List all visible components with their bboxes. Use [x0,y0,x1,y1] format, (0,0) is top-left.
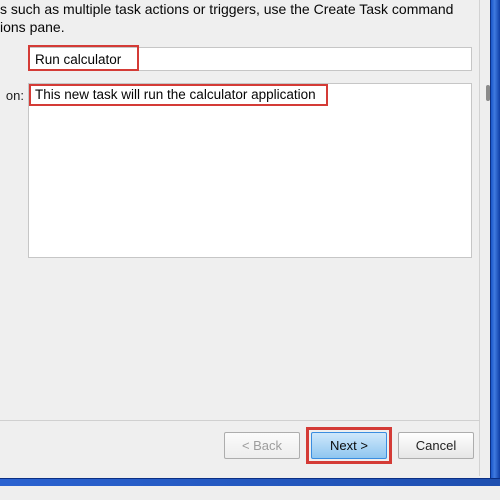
window-bottom-border [0,478,500,486]
back-button: < Back [224,432,300,459]
task-description-textarea[interactable] [28,83,472,258]
next-button[interactable]: Next > [311,432,387,459]
description-label-fragment: on: [0,88,24,103]
window-right-border [490,0,500,478]
button-row-divider [0,420,480,421]
wizard-panel: s such as multiple task actions or trigg… [0,0,480,476]
cancel-button[interactable]: Cancel [398,432,474,459]
window-stage: s such as multiple task actions or trigg… [0,0,500,500]
wizard-instruction-text: s such as multiple task actions or trigg… [0,0,472,36]
wizard-button-row: < Back Next > Cancel [0,432,480,472]
task-name-input[interactable] [28,47,472,71]
